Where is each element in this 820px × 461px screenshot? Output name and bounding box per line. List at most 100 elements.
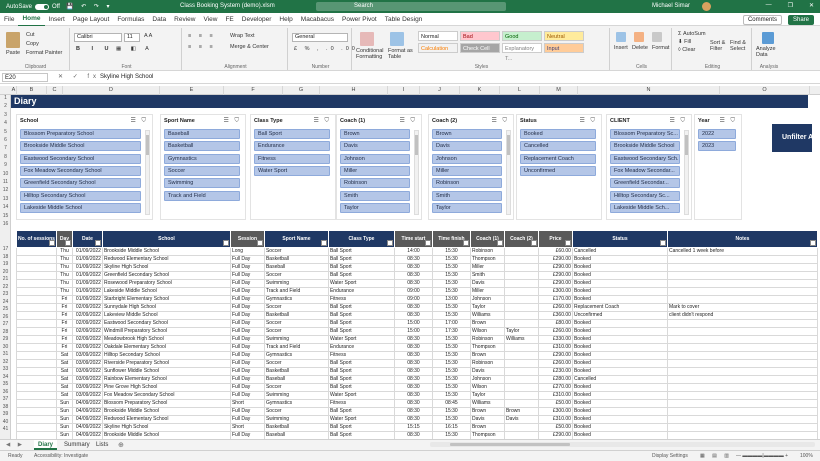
table-cell[interactable] <box>666 335 818 344</box>
table-cell[interactable]: 15:30 <box>431 343 471 352</box>
table-cell[interactable]: Track and Field <box>263 343 329 352</box>
user-name[interactable]: Michael Simar <box>652 3 690 9</box>
table-cell[interactable]: Booked <box>571 287 668 296</box>
row-header[interactable]: 5 <box>0 129 11 135</box>
table-cell[interactable] <box>16 327 57 336</box>
table-cell[interactable]: 03/09/2022 <box>71 375 103 384</box>
table-cell[interactable]: Thu <box>55 247 73 256</box>
column-header-coach-1-[interactable]: Coach (1) <box>469 230 505 248</box>
autosave-switch[interactable] <box>35 3 50 10</box>
table-cell[interactable]: Fitness <box>327 399 395 408</box>
table-cell[interactable] <box>666 375 818 384</box>
table-cell[interactable]: £300.00 <box>537 287 573 296</box>
filter-dropdown-icon[interactable] <box>809 240 816 246</box>
table-cell[interactable]: Water Sport <box>327 279 395 288</box>
slicer-item[interactable]: Cancelled <box>520 141 596 152</box>
table-cell[interactable]: 08:30 <box>393 359 433 368</box>
table-cell[interactable]: 15:30 <box>431 311 471 320</box>
table-cell[interactable]: Booked <box>571 327 668 336</box>
row-header[interactable]: 16 <box>0 221 11 227</box>
slicer-item[interactable]: Robinson <box>340 178 410 189</box>
table-cell[interactable] <box>503 367 539 376</box>
table-cell[interactable] <box>503 311 539 320</box>
table-cell[interactable]: 15:30 <box>431 263 471 272</box>
table-cell[interactable]: £290.00 <box>537 263 573 272</box>
table-cell[interactable]: Full Day <box>229 359 265 368</box>
slicer-item[interactable]: Brown <box>340 129 410 139</box>
table-cell[interactable]: 02/09/2022 <box>71 343 103 352</box>
table-cell[interactable]: Greenfield Secondary School <box>101 271 231 280</box>
table-cell[interactable]: Booked <box>571 263 668 272</box>
display-settings[interactable]: Display Settings <box>652 453 688 459</box>
table-cell[interactable]: Starbright Elementary School <box>101 295 231 304</box>
row-header[interactable]: 29 <box>0 336 11 342</box>
table-cell[interactable] <box>666 255 818 264</box>
table-cell[interactable]: 15:30 <box>431 271 471 280</box>
tab-file[interactable]: File <box>0 13 18 26</box>
slicer-item[interactable]: Unconfirmed <box>520 165 596 176</box>
table-cell[interactable]: Fri <box>55 303 73 312</box>
table-cell[interactable]: 15:15 <box>393 423 433 432</box>
zoom-slider-icon[interactable]: — ▬▬▬▬|▬▬▬▬ + <box>736 453 788 459</box>
table-cell[interactable] <box>666 271 818 280</box>
table-cell[interactable]: 08:30 <box>393 279 433 288</box>
slicer-multiselect-clear-filter-icon[interactable]: ☰ ⛉ <box>719 117 737 125</box>
tab-table-design[interactable]: Table Design <box>381 13 427 26</box>
table-cell[interactable]: Windmill Preparatory School <box>101 327 231 336</box>
cell-style-check-cell[interactable]: Check Cell <box>460 43 500 53</box>
row-header[interactable]: 23 <box>0 291 11 297</box>
table-cell[interactable]: 01/09/2022 <box>71 287 103 296</box>
view-mode-icons[interactable]: ▦ ▤ ▥ <box>700 453 732 459</box>
tab-formulas[interactable]: Formulas <box>113 13 148 26</box>
cell-style-good[interactable]: Good <box>502 31 542 41</box>
row-header[interactable]: 9 <box>0 162 11 168</box>
column-header-price[interactable]: Price <box>537 230 573 248</box>
slicer-item[interactable]: Blossom Preparatory School <box>20 129 141 139</box>
table-cell[interactable]: £310.00 <box>537 415 573 424</box>
slicer-multiselect-clear-filter-icon[interactable]: ☰ ⛉ <box>130 117 148 125</box>
table-cell[interactable]: Thu <box>55 287 73 296</box>
table-cell[interactable]: 15:30 <box>431 415 471 424</box>
row-header[interactable]: 11 <box>0 179 11 185</box>
column-header-g[interactable]: G <box>283 86 320 95</box>
row-header[interactable]: 28 <box>0 329 11 335</box>
sheet-nav-arrows-icon[interactable]: ◀ ▶ <box>6 442 25 448</box>
column-header-session[interactable]: Session <box>229 230 265 248</box>
table-cell[interactable]: Long <box>229 247 265 256</box>
filter-dropdown-icon[interactable] <box>48 240 55 246</box>
table-cell[interactable] <box>503 271 539 280</box>
column-header-k[interactable]: K <box>460 86 500 95</box>
slicer-item[interactable]: Baseball <box>164 129 240 139</box>
table-cell[interactable]: Full Day <box>229 343 265 352</box>
find-select-button[interactable]: Find & Select <box>730 40 750 52</box>
column-header-d[interactable]: D <box>63 86 160 95</box>
avatar[interactable] <box>702 2 711 11</box>
bold-italic-underline-icons[interactable]: B I U <box>76 46 114 52</box>
autosum-button[interactable]: Σ AutoSum <box>678 31 706 37</box>
column-header-time-start[interactable]: Time start <box>393 230 433 248</box>
table-cell[interactable]: Fitness <box>327 351 395 360</box>
table-cell[interactable]: Gymnastics <box>263 399 329 408</box>
tab-help[interactable]: Help <box>275 13 296 26</box>
table-cell[interactable]: Ball Sport <box>327 359 395 368</box>
slicer-scrollbar[interactable] <box>414 130 419 215</box>
quick-access-icons[interactable]: 💾 ↶ ↷ ▾ <box>66 3 113 10</box>
scrollbar-thumb[interactable] <box>450 443 570 446</box>
table-cell[interactable]: Ball Sport <box>327 271 395 280</box>
slicer-item[interactable]: Water Sport <box>254 165 330 176</box>
table-cell[interactable]: Swimming <box>263 335 329 344</box>
table-cell[interactable] <box>666 399 818 408</box>
table-cell[interactable]: 08:30 <box>393 343 433 352</box>
table-cell[interactable]: Redwood Elementary School <box>101 255 231 264</box>
table-cell[interactable]: Booked <box>571 415 668 424</box>
sheet-tab-summary[interactable]: Summary <box>60 440 94 450</box>
tab-fe[interactable]: FE <box>221 13 237 26</box>
row-header[interactable]: 36 <box>0 389 11 395</box>
table-cell[interactable]: Sun <box>55 423 73 432</box>
horizontal-scrollbar[interactable] <box>430 442 815 447</box>
slicer-item[interactable]: Taylor <box>432 202 502 213</box>
analyze-data-button[interactable]: Analyze Data <box>756 46 784 58</box>
slicer-item[interactable]: Brookside Middle School <box>610 141 680 152</box>
table-cell[interactable] <box>16 311 57 320</box>
search-box[interactable]: Search <box>316 2 506 11</box>
